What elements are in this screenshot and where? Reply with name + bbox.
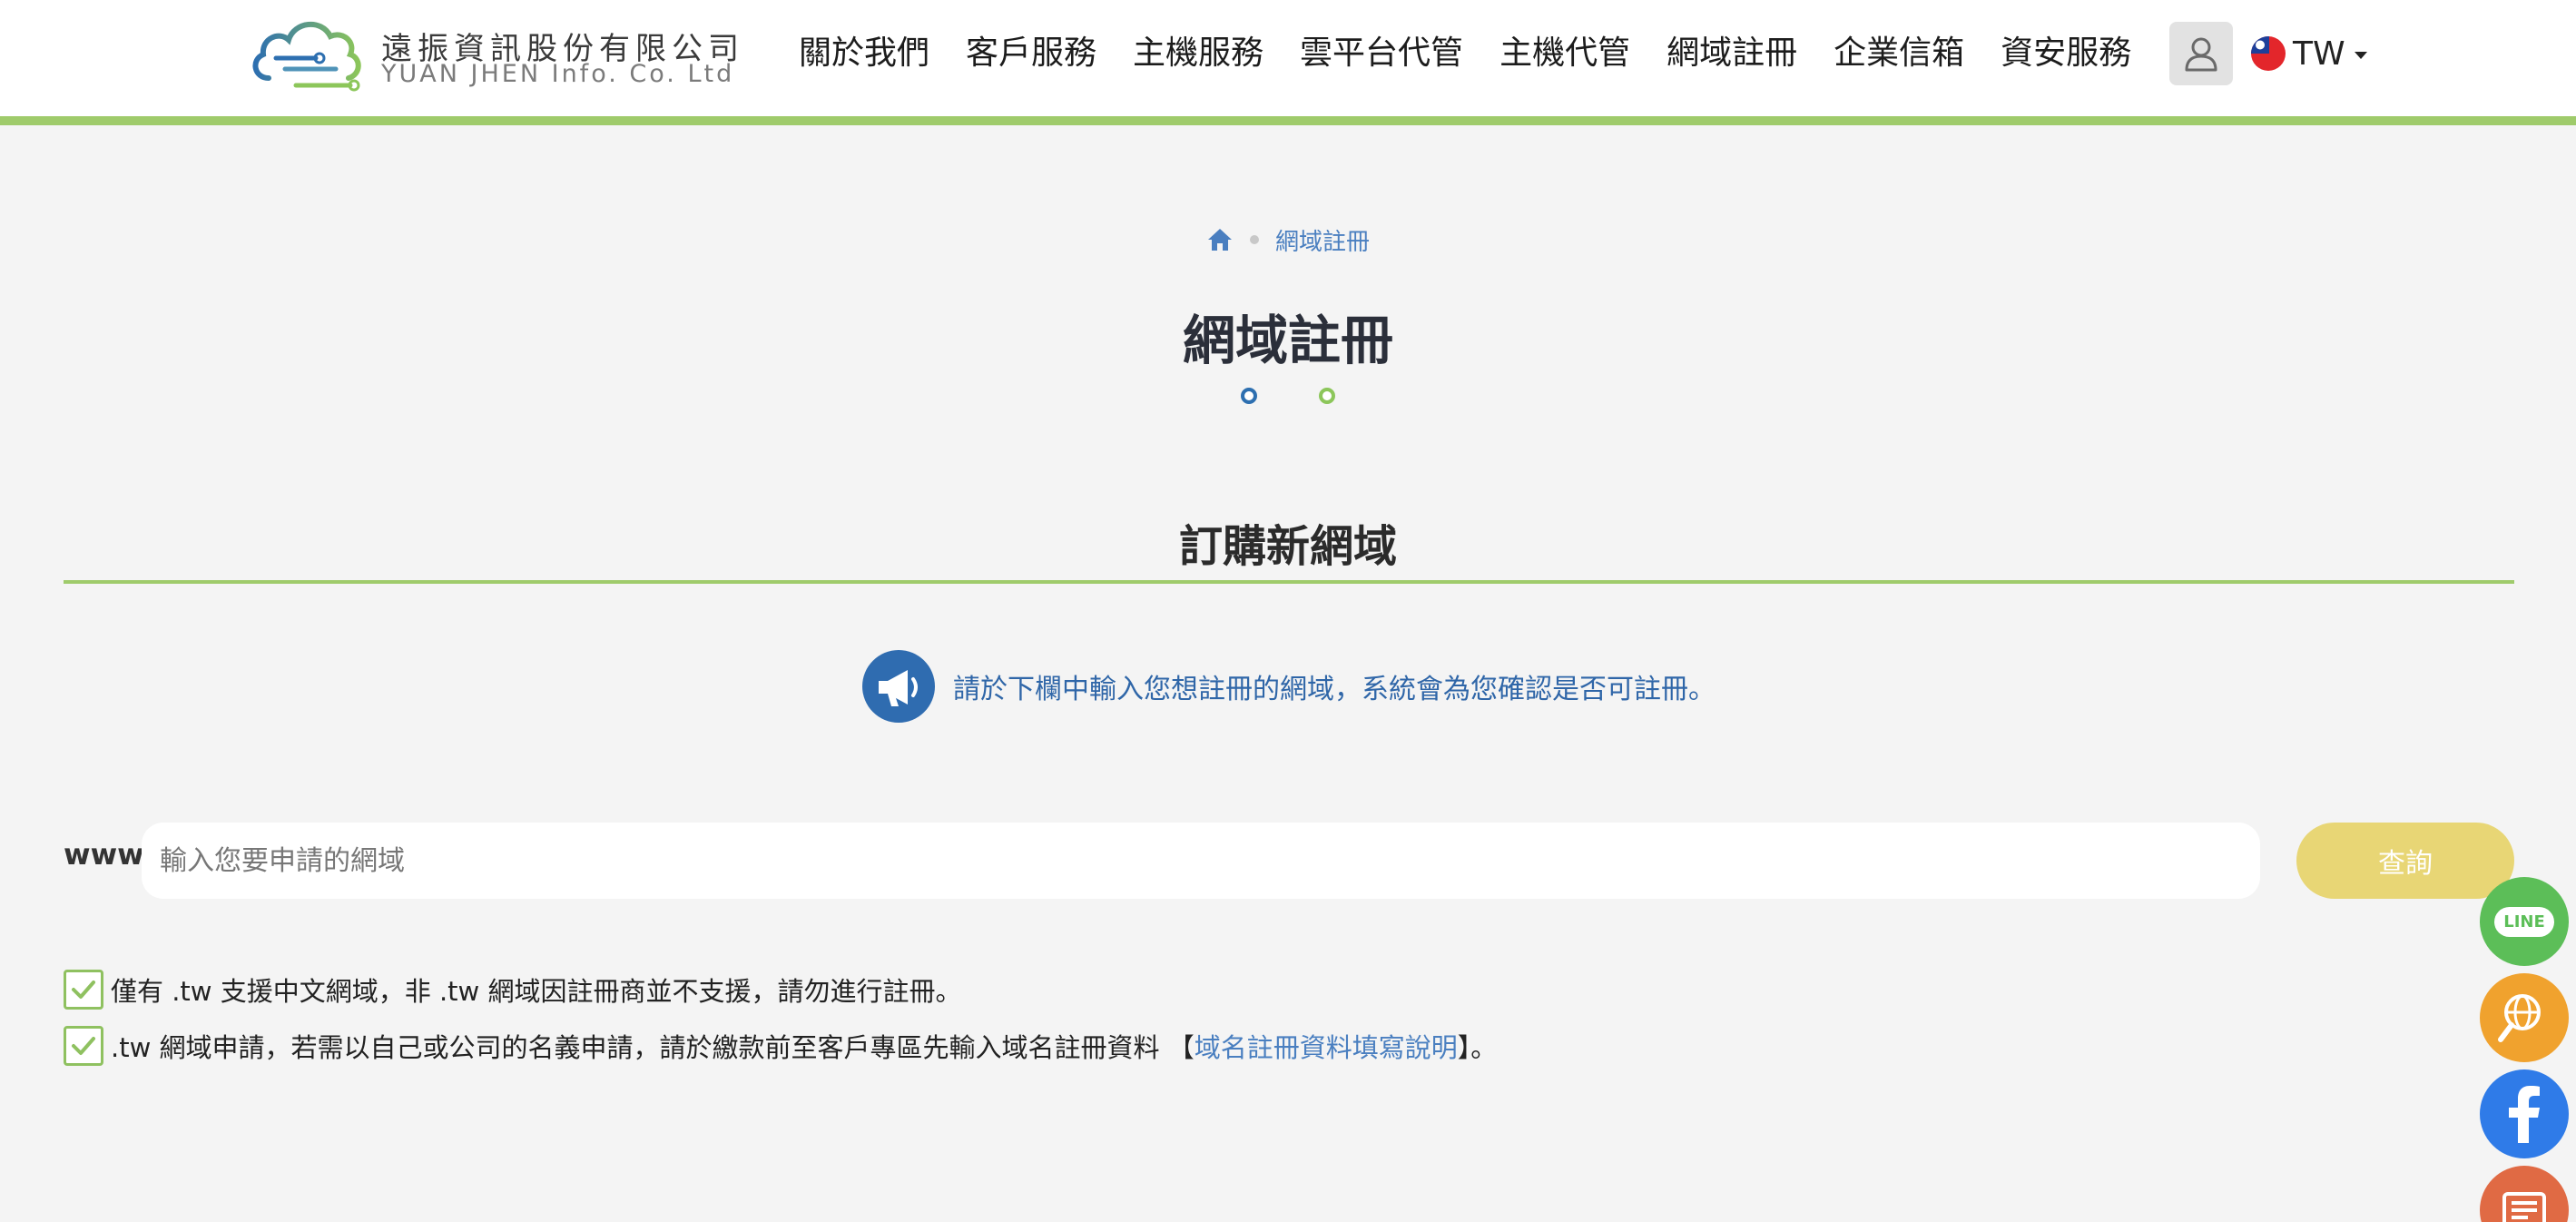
- taiwan-flag-icon: [2251, 36, 2286, 71]
- news-button[interactable]: [2480, 1166, 2569, 1222]
- note-tw-registration: .tw 網域申請，若需以自己或公司的名義申請，請於繳款前至客戶專區先輸入域名註冊…: [111, 1027, 1497, 1065]
- line-label: LINE: [2494, 906, 2554, 937]
- note-text-after: 】。: [1457, 1032, 1498, 1063]
- note-item: 僅有 .tw 支援中文網域，非 .tw 網域因註冊商並不支援，請勿進行註冊。: [64, 970, 962, 1010]
- note-chinese-domain: 僅有 .tw 支援中文網域，非 .tw 網域因註冊商並不支援，請勿進行註冊。: [111, 976, 962, 1007]
- cloud-logo-icon: [252, 21, 361, 92]
- nav-security[interactable]: 資安服務: [2001, 27, 2131, 80]
- magnifier-globe-icon: [2498, 994, 2541, 1042]
- breadcrumb-separator: [1249, 235, 1259, 244]
- facebook-icon: [2509, 1086, 2540, 1143]
- facebook-button[interactable]: [2480, 1069, 2569, 1158]
- nav-enterprise-email[interactable]: 企業信箱: [1834, 27, 1964, 80]
- nav-cloud-management[interactable]: 雲平台代管: [1300, 27, 1463, 80]
- nav-colocation[interactable]: 主機代管: [1499, 27, 1630, 80]
- nav-domain-registration[interactable]: 網域註冊: [1667, 27, 1797, 80]
- company-logo[interactable]: 遠振資訊股份有限公司 YUAN JHEN Info. Co. Ltd: [249, 13, 739, 94]
- megaphone-icon: [862, 650, 935, 723]
- user-icon: [2185, 37, 2217, 72]
- title-divider-icon: [1241, 388, 1335, 404]
- language-selector[interactable]: TW: [2251, 27, 2367, 80]
- main-nav: 關於我們 客戶服務 主機服務 雲平台代管 主機代管 網域註冊 企業信箱 資安服務: [799, 27, 2131, 80]
- language-label: TW: [2293, 34, 2345, 73]
- domain-lookup-button[interactable]: [2480, 973, 2569, 1062]
- line-chat-button[interactable]: LINE: [2480, 877, 2569, 966]
- newspaper-icon: [2502, 1192, 2546, 1222]
- notice-text: 請於下欄中輸入您想註冊的網域，系統會為您確認是否可註冊。: [953, 674, 1716, 705]
- search-button[interactable]: 查詢: [2296, 823, 2514, 899]
- user-account-button[interactable]: [2169, 22, 2233, 85]
- note-item: .tw 網域申請，若需以自己或公司的名義申請，請於繳款前至客戶專區先輸入域名註冊…: [64, 1026, 1497, 1066]
- www-prefix: www.: [64, 837, 153, 872]
- site-header: 遠振資訊股份有限公司 YUAN JHEN Info. Co. Ltd 關於我們 …: [0, 0, 2576, 125]
- home-icon[interactable]: [1206, 226, 1234, 253]
- section-divider: [64, 580, 2514, 584]
- domain-search-input[interactable]: [142, 823, 2260, 899]
- nav-about[interactable]: 關於我們: [799, 27, 929, 80]
- check-icon: [64, 970, 103, 1010]
- check-icon: [64, 1026, 103, 1066]
- section-title: 訂購新網域: [1178, 521, 1397, 572]
- brand-name-en: YUAN JHEN Info. Co. Ltd: [381, 60, 735, 88]
- breadcrumb: 網域註冊: [0, 222, 2576, 258]
- chevron-down-icon: [2354, 52, 2367, 59]
- nav-customer-service[interactable]: 客戶服務: [966, 27, 1096, 80]
- page-title: 網域註冊: [1182, 310, 1393, 371]
- registration-guide-link[interactable]: 域名註冊資料填寫說明: [1195, 1032, 1458, 1063]
- notice: 請於下欄中輸入您想註冊的網域，系統會為您確認是否可註冊。: [862, 650, 1716, 723]
- breadcrumb-current: 網域註冊: [1274, 228, 1370, 256]
- note-text-before: .tw 網域申請，若需以自己或公司的名義申請，請於繳款前至客戶專區先輸入域名註冊…: [111, 1032, 1195, 1063]
- nav-hosting[interactable]: 主機服務: [1133, 27, 1263, 80]
